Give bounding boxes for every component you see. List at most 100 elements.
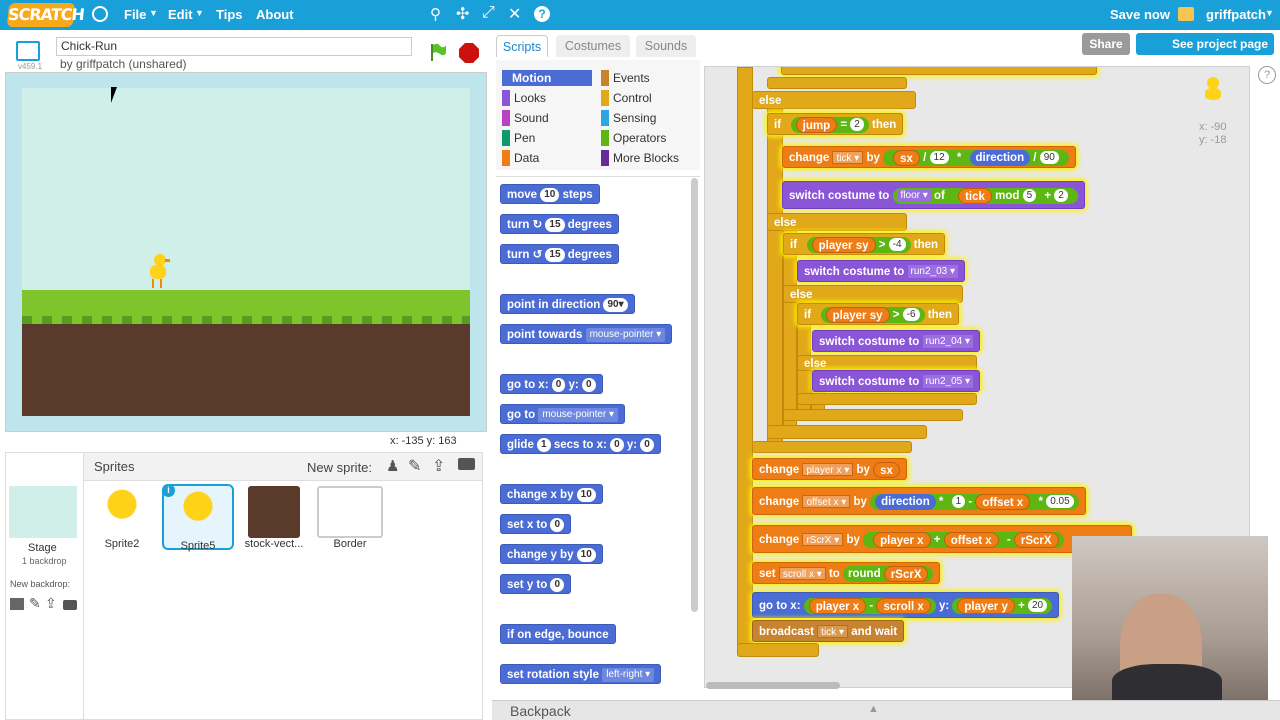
block-input[interactable]: -6 [902, 308, 920, 322]
switch-costume-block[interactable]: switch costume to run2_05 ▾ [812, 370, 981, 392]
block-dropdown[interactable]: mouse-pointer ▾ [538, 407, 619, 422]
block-set-y[interactable]: set y to 0 [500, 574, 572, 594]
help-icon[interactable]: ? [534, 6, 550, 22]
help-icon[interactable]: ? [1258, 66, 1276, 84]
math-dropdown[interactable]: floor ▾ [897, 189, 931, 203]
category-operators[interactable]: Operators [601, 130, 666, 146]
menu-file[interactable]: File [124, 7, 146, 22]
gt-operator[interactable]: player sy > -6 [820, 306, 925, 323]
stage-canvas[interactable] [22, 88, 470, 416]
var-reporter[interactable]: player sy [811, 236, 876, 253]
block-glide[interactable]: glide 1 secs to x: 0 y: 0 [500, 434, 661, 454]
block-input[interactable]: 1 [951, 495, 966, 509]
round-operator[interactable]: round rScrX [843, 565, 934, 582]
gt-operator[interactable]: player sy > -4 [806, 236, 911, 253]
project-title-input[interactable]: Chick-Run [56, 37, 412, 56]
block-input[interactable]: -4 [888, 238, 906, 252]
minus-operator[interactable]: 1 - offset x [946, 493, 1036, 510]
palette-scrollbar[interactable] [691, 178, 698, 612]
block-input[interactable]: 2 [1054, 189, 1068, 203]
if-player-sy-block[interactable]: if player sy > -4 then [783, 233, 946, 255]
block-dropdown[interactable]: mouse-pointer ▾ [585, 327, 666, 342]
minus-operator[interactable]: player x - scroll x [803, 597, 936, 614]
block-input[interactable]: 0 [551, 377, 566, 392]
upload-icon[interactable]: ⇪ [432, 456, 445, 476]
tab-scripts[interactable]: Scripts [496, 35, 548, 57]
var-reporter[interactable]: offset x [943, 531, 999, 548]
block-move-steps[interactable]: move 10 steps [500, 184, 600, 204]
switch-costume-block[interactable]: switch costume to run2_04 ▾ [812, 330, 981, 352]
block-point-towards[interactable]: point towards mouse-pointer ▾ [500, 324, 673, 344]
block-input[interactable]: 0 [550, 577, 565, 592]
stop-icon[interactable] [458, 42, 480, 64]
sprite-thumb-border[interactable]: Border [314, 484, 386, 550]
share-button[interactable]: Share [1082, 33, 1130, 55]
tab-costumes[interactable]: Costumes [556, 35, 630, 57]
block-input[interactable]: 5 [1022, 189, 1037, 203]
green-flag-icon[interactable] [428, 42, 448, 62]
var-reporter[interactable]: tick [958, 187, 992, 204]
plus-operator[interactable]: player x + offset x [868, 531, 1004, 548]
costume-dropdown[interactable]: run2_05 ▾ [922, 375, 974, 389]
block-set-x[interactable]: set x to 0 [500, 514, 572, 534]
direction-reporter[interactable]: direction [969, 149, 1031, 166]
var-reporter[interactable]: scroll x [876, 597, 931, 614]
chick-sprite[interactable] [148, 254, 170, 290]
category-events[interactable]: Events [601, 70, 650, 86]
multiply-operator[interactable]: sx / 12 * direction / 90 [883, 149, 1069, 166]
info-icon[interactable]: i [162, 484, 175, 497]
stage-thumbnail[interactable] [9, 486, 77, 538]
plus-operator[interactable]: player y + 20 [952, 597, 1053, 614]
sprite-thumb-sprite2[interactable]: Sprite2 [86, 484, 158, 550]
var-reporter[interactable]: player y [957, 597, 1015, 614]
shrink-icon[interactable]: ✕ [508, 4, 521, 24]
category-motion[interactable]: Motion [502, 70, 592, 86]
var-dropdown[interactable]: scroll x ▾ [778, 567, 826, 581]
var-reporter[interactable]: player x [873, 531, 931, 548]
direction-reporter[interactable]: direction [875, 493, 936, 510]
block-input[interactable]: 2 [850, 118, 864, 132]
divide-operator[interactable]: sx / 12 [888, 149, 954, 166]
paint-icon[interactable]: ✎ [408, 456, 421, 476]
block-input[interactable]: 0 [610, 437, 624, 452]
var-reporter[interactable]: sx [893, 149, 920, 166]
var-reporter[interactable]: rScrX [883, 565, 929, 582]
save-now-link[interactable]: Save now [1110, 7, 1170, 22]
block-change-x[interactable]: change x by 10 [500, 484, 603, 504]
var-dropdown[interactable]: player x ▾ [802, 463, 854, 477]
change-player-x-block[interactable]: change player x ▾ by sx [752, 458, 907, 480]
category-data[interactable]: Data [502, 150, 539, 166]
divide-operator[interactable]: direction / 90 [964, 149, 1064, 166]
minus-operator[interactable]: player x + offset x - rScrX [863, 531, 1064, 548]
sprite-library-icon[interactable]: ♟ [386, 457, 399, 475]
goto-xy-block[interactable]: go to x: player x - scroll x y: player y… [752, 592, 1060, 618]
category-sound[interactable]: Sound [502, 110, 549, 126]
var-reporter[interactable]: jump [795, 116, 838, 133]
var-reporter[interactable]: sx [873, 461, 900, 478]
category-sensing[interactable]: Sensing [601, 110, 656, 126]
block-input[interactable]: 0.05 [1046, 495, 1074, 509]
block-input[interactable]: 15 [545, 247, 565, 262]
switch-costume-block[interactable]: switch costume to run2_03 ▾ [797, 260, 966, 282]
plus-operator[interactable]: tick mod 5 + 2 [948, 187, 1073, 204]
block-rotation-style[interactable]: set rotation style left-right ▾ [500, 664, 662, 684]
grow-icon[interactable]: ⤢ [482, 4, 495, 22]
var-reporter[interactable]: player sy [825, 306, 890, 323]
block-input[interactable]: 0 [640, 437, 654, 452]
mod-operator[interactable]: tick mod 5 [953, 187, 1042, 204]
multiply-operator[interactable]: direction * 1 - offset x * 0.05 [870, 493, 1079, 510]
if-jump-block[interactable]: if jump = 2 then [767, 113, 904, 135]
var-reporter[interactable]: rScrX [1013, 531, 1059, 548]
menu-tips[interactable]: Tips [216, 7, 243, 22]
backdrop-library-icon[interactable] [10, 598, 24, 610]
upload-icon[interactable]: ⇪ [45, 595, 57, 612]
costume-dropdown[interactable]: run2_04 ▾ [922, 335, 974, 349]
costume-dropdown[interactable]: run2_03 ▾ [907, 265, 959, 279]
block-goto-xy[interactable]: go to x: 0 y: 0 [500, 374, 603, 394]
block-input[interactable]: 0 [550, 517, 565, 532]
block-turn-right[interactable]: turn ↻ 15 degrees [500, 214, 619, 234]
change-tick-block[interactable]: change tick ▾ by sx / 12 * direction / 9… [782, 146, 1076, 168]
backpack-bar[interactable]: Backpack ▲ [492, 700, 1280, 720]
var-dropdown[interactable]: offset x ▾ [802, 495, 851, 509]
block-input[interactable]: 90 [1039, 151, 1059, 165]
